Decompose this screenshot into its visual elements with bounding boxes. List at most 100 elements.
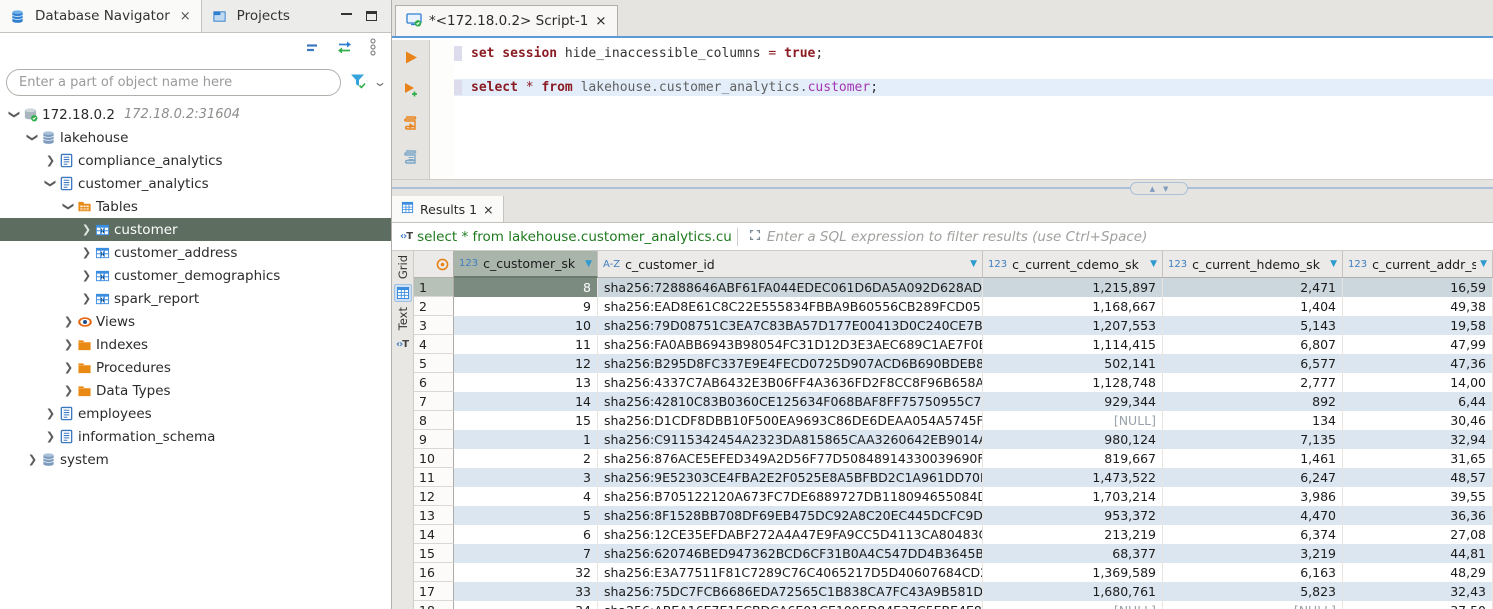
- cell-c_current_hdemo_sk[interactable]: 6,374: [1163, 525, 1343, 544]
- cell-c_current_cdemo_sk[interactable]: 502,141: [983, 354, 1163, 373]
- cell-c_current_hdemo_sk[interactable]: 7,135: [1163, 430, 1343, 449]
- cell-c_current_cdemo_sk[interactable]: [NULL]: [983, 411, 1163, 430]
- expand-chevron-icon[interactable]: ❯: [60, 338, 77, 351]
- cell-c_customer_id[interactable]: sha256:8F1528BB708DF69EB475DC92A8C20EC44…: [598, 506, 983, 525]
- cell-c_customer_sk[interactable]: 11: [454, 335, 598, 354]
- tab-projects[interactable]: Projects: [202, 0, 300, 32]
- cell-c_customer_id[interactable]: sha256:C9115342454A2323DA815865CAA326064…: [598, 430, 983, 449]
- row-number[interactable]: 3: [414, 316, 454, 335]
- cell-c_current_addr_sk[interactable]: 47,99: [1343, 335, 1493, 354]
- cell-c_current_addr_sk[interactable]: 16,59: [1343, 278, 1493, 297]
- cell-c_current_addr_sk[interactable]: 30,46: [1343, 411, 1493, 430]
- table-row[interactable]: 113sha256:9E52303CE4FBA2E2F0525E8A5BFBD2…: [414, 468, 1493, 487]
- cell-c_current_hdemo_sk[interactable]: 4,470: [1163, 506, 1343, 525]
- code-line[interactable]: set session hide_inaccessible_columns = …: [454, 45, 1493, 62]
- tree-item-employees[interactable]: ❯employees: [0, 402, 391, 425]
- cell-c_customer_sk[interactable]: 33: [454, 582, 598, 601]
- cell-c_current_addr_sk[interactable]: 19,58: [1343, 316, 1493, 335]
- tree-item-customer-demographics[interactable]: ❯customer_demographics: [0, 264, 391, 287]
- cell-c_current_hdemo_sk[interactable]: 6,807: [1163, 335, 1343, 354]
- cell-c_current_addr_sk[interactable]: 49,38: [1343, 297, 1493, 316]
- cell-c_current_cdemo_sk[interactable]: 1,215,897: [983, 278, 1163, 297]
- cell-c_current_cdemo_sk[interactable]: 1,128,748: [983, 373, 1163, 392]
- cell-c_current_hdemo_sk[interactable]: 3,986: [1163, 487, 1343, 506]
- cell-c_current_cdemo_sk[interactable]: 1,369,589: [983, 563, 1163, 582]
- cell-c_customer_id[interactable]: sha256:876ACE5EFED349A2D56F77D5084891433…: [598, 449, 983, 468]
- cell-c_customer_sk[interactable]: 7: [454, 544, 598, 563]
- link-with-editor-icon[interactable]: [336, 40, 353, 59]
- table-row[interactable]: 310sha256:79D08751C3EA7C83BA57D177E00413…: [414, 316, 1493, 335]
- cell-c_current_cdemo_sk[interactable]: [NULL]: [983, 601, 1163, 609]
- grid-view-icon[interactable]: [394, 284, 412, 302]
- row-number[interactable]: 6: [414, 373, 454, 392]
- cell-c_customer_sk[interactable]: 15: [454, 411, 598, 430]
- cell-c_current_cdemo_sk[interactable]: 953,372: [983, 506, 1163, 525]
- column-header-c_current_hdemo_sk[interactable]: 123c_current_hdemo_sk▼: [1163, 251, 1343, 278]
- chevron-down-icon[interactable]: ⌄: [373, 75, 387, 89]
- cell-c_current_hdemo_sk[interactable]: 6,163: [1163, 563, 1343, 582]
- minimize-icon[interactable]: [341, 13, 352, 16]
- row-number[interactable]: 13: [414, 506, 454, 525]
- cell-c_customer_id[interactable]: sha256:79D08751C3EA7C83BA57D177E00413D0C…: [598, 316, 983, 335]
- tab-database-navigator[interactable]: Database Navigator ×: [0, 0, 202, 32]
- cell-c_current_hdemo_sk[interactable]: 5,823: [1163, 582, 1343, 601]
- column-header-c_customer_id[interactable]: A-Zc_customer_id▼: [598, 251, 983, 278]
- explain-plan-icon[interactable]: [403, 149, 419, 170]
- cell-c_current_hdemo_sk[interactable]: 5,143: [1163, 316, 1343, 335]
- table-row[interactable]: 1632sha256:E3A77511F81C7289C76C4065217D5…: [414, 563, 1493, 582]
- cell-c_customer_id[interactable]: sha256:12CE35EFDABF272A4A47E9FA9CC5D4113…: [598, 525, 983, 544]
- collapse-all-icon[interactable]: [305, 41, 320, 58]
- table-row[interactable]: 29sha256:EAD8E61C8C22E555834FBBA9B60556C…: [414, 297, 1493, 316]
- tree-item-system[interactable]: ❯system: [0, 448, 391, 471]
- expand-chevron-icon[interactable]: ❯: [78, 292, 95, 305]
- expand-chevron-icon[interactable]: ❯: [60, 384, 77, 397]
- cell-c_customer_sk[interactable]: 1: [454, 430, 598, 449]
- row-number[interactable]: 17: [414, 582, 454, 601]
- expand-chevron-icon[interactable]: ❯: [78, 246, 95, 259]
- cell-c_customer_sk[interactable]: 6: [454, 525, 598, 544]
- row-number[interactable]: 5: [414, 354, 454, 373]
- row-number[interactable]: 14: [414, 525, 454, 544]
- column-dropdown-icon[interactable]: ▼: [1326, 259, 1337, 269]
- cell-c_current_addr_sk[interactable]: 27,08: [1343, 525, 1493, 544]
- expand-chevron-icon[interactable]: ❯: [78, 223, 95, 236]
- cell-c_current_hdemo_sk[interactable]: 2,471: [1163, 278, 1343, 297]
- tree-item-customer-analytics[interactable]: ❯customer_analytics: [0, 172, 391, 195]
- tree-item-data-types[interactable]: ❯Data Types: [0, 379, 391, 402]
- filter-funnel-icon[interactable]: [349, 72, 367, 93]
- expand-chevron-icon[interactable]: ❯: [60, 315, 77, 328]
- table-row[interactable]: 157sha256:620746BED947362BCD6CF31B0A4C54…: [414, 544, 1493, 563]
- editor-results-splitter[interactable]: ▲ ▼: [392, 179, 1493, 196]
- execute-script-icon[interactable]: [403, 115, 419, 136]
- cell-c_current_cdemo_sk[interactable]: 68,377: [983, 544, 1163, 563]
- cell-c_customer_sk[interactable]: 14: [454, 392, 598, 411]
- row-number[interactable]: 12: [414, 487, 454, 506]
- cell-c_customer_sk[interactable]: 32: [454, 563, 598, 582]
- close-icon[interactable]: ×: [483, 202, 493, 217]
- cell-c_current_hdemo_sk[interactable]: 1,404: [1163, 297, 1343, 316]
- cell-c_customer_id[interactable]: sha256:B295D8FC337E9E4FECD0725D907ACD6B6…: [598, 354, 983, 373]
- object-filter-input[interactable]: [6, 69, 341, 96]
- tree-item-information-schema[interactable]: ❯information_schema: [0, 425, 391, 448]
- cell-c_current_cdemo_sk[interactable]: 1,207,553: [983, 316, 1163, 335]
- code-line[interactable]: select * from lakehouse.customer_analyti…: [454, 79, 1493, 96]
- cell-c_current_cdemo_sk[interactable]: 1,680,761: [983, 582, 1163, 601]
- collapse-chevron-icon[interactable]: ❯: [8, 106, 21, 123]
- cell-c_customer_id[interactable]: sha256:9E52303CE4FBA2E2F0525E8A5BFBD2C1A…: [598, 468, 983, 487]
- cell-c_current_addr_sk[interactable]: 39,55: [1343, 487, 1493, 506]
- tree-item-tables[interactable]: ❯Tables: [0, 195, 391, 218]
- text-view-icon[interactable]: ‹›T: [394, 335, 412, 353]
- expand-filter-icon[interactable]: [748, 228, 762, 246]
- table-row[interactable]: 1733sha256:75DC7FCB6686EDA72565C1B838CA7…: [414, 582, 1493, 601]
- expand-chevron-icon[interactable]: ❯: [42, 154, 59, 167]
- cell-c_current_addr_sk[interactable]: 32,94: [1343, 430, 1493, 449]
- cell-c_customer_sk[interactable]: 9: [454, 297, 598, 316]
- cell-c_current_addr_sk[interactable]: 6,44: [1343, 392, 1493, 411]
- cell-c_customer_sk[interactable]: 13: [454, 373, 598, 392]
- results-grid[interactable]: 123c_customer_sk▼A-Zc_customer_id▼123c_c…: [414, 251, 1493, 609]
- cell-c_current_addr_sk[interactable]: 14,00: [1343, 373, 1493, 392]
- cell-c_customer_sk[interactable]: 3: [454, 468, 598, 487]
- cell-c_current_addr_sk[interactable]: 48,57: [1343, 468, 1493, 487]
- table-row[interactable]: 613sha256:4337C7AB6432E3B06FF4A3636FD2F8…: [414, 373, 1493, 392]
- cell-c_customer_id[interactable]: sha256:FA0ABB6943B98054FC31D12D3E3AEC689…: [598, 335, 983, 354]
